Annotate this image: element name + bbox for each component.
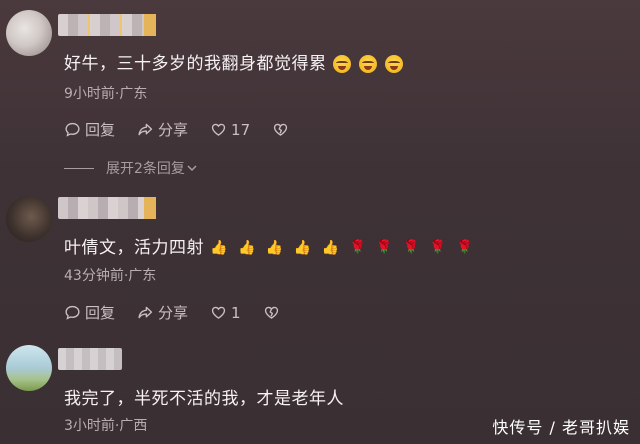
username-blurred[interactable] (58, 348, 122, 370)
watermark: 快传号 / 老哥扒娱 (492, 418, 630, 437)
username-badge (144, 14, 156, 36)
comment-text: 我完了，半死不活的我，才是老年人 (64, 389, 344, 409)
crying-laugh-emoji (332, 55, 351, 73)
crying-laugh-emoji (358, 55, 377, 73)
avatar[interactable] (6, 196, 52, 242)
heart-icon (211, 123, 226, 136)
broken-heart-icon (264, 306, 278, 319)
share-button[interactable]: 分享 (137, 119, 188, 140)
avatar[interactable] (6, 345, 52, 391)
rose-emoji: 🌹 (349, 240, 367, 255)
comment-meta: 9小时前·广东 (64, 86, 148, 102)
comment-meta: 3小时前·广西 (64, 418, 148, 434)
comment-text: 叶倩文，活力四射 👍 👍 👍 👍 👍 🌹 🌹 🌹 🌹 🌹 (64, 233, 473, 258)
share-arrow-icon (138, 306, 153, 319)
comment-text: 好牛，三十多岁的我翻身都觉得累 (64, 49, 403, 74)
share-button[interactable]: 分享 (137, 302, 188, 323)
rose-emoji: 🌹 (403, 240, 420, 255)
username-badge (144, 197, 156, 219)
emoji-row: 👍 👍 👍 👍 👍 🌹 🌹 🌹 🌹 🌹 (210, 240, 473, 256)
thumbs-up-emoji: 👍 (210, 240, 228, 256)
avatar[interactable] (6, 10, 52, 56)
comment-actions: 回复 分享 17 (64, 119, 311, 140)
emoji-row (332, 55, 403, 73)
rose-emoji: 🌹 (376, 240, 394, 255)
like-button[interactable]: 1 (210, 304, 241, 322)
expand-replies-button[interactable]: 展开2条回复 (64, 158, 199, 178)
thumbs-up-emoji: 👍 (293, 240, 312, 256)
comment-bubble-icon (65, 305, 80, 320)
username-blurred[interactable] (58, 197, 156, 219)
reply-label: 回复 (85, 121, 116, 139)
comment-bubble-icon (65, 122, 80, 137)
rose-emoji: 🌹 (429, 240, 447, 255)
share-arrow-icon (138, 123, 153, 136)
thumbs-up-emoji: 👍 (237, 240, 256, 256)
reply-button[interactable]: 回复 (64, 302, 115, 323)
heart-icon (211, 306, 226, 319)
crying-laugh-emoji (384, 55, 403, 73)
dislike-button[interactable] (272, 121, 289, 138)
comment-actions: 回复 分享 1 (64, 302, 302, 323)
comment-body: 好牛，三十多岁的我翻身都觉得累 (64, 54, 327, 74)
rose-emoji: 🌹 (456, 240, 474, 255)
comment-meta: 43分钟前·广东 (64, 268, 157, 284)
dislike-button[interactable] (263, 304, 280, 321)
username-blurred[interactable] (58, 14, 156, 36)
like-count: 1 (231, 303, 241, 322)
broken-heart-icon (273, 123, 288, 136)
reply-button[interactable]: 回复 (64, 119, 115, 140)
thumbs-up-emoji: 👍 (265, 240, 284, 256)
reply-label: 回复 (85, 304, 116, 322)
like-button[interactable]: 17 (210, 121, 250, 139)
chevron-down-icon (187, 165, 197, 172)
share-label: 分享 (158, 121, 189, 139)
like-count: 17 (231, 120, 251, 139)
thumbs-up-emoji: 👍 (321, 240, 340, 256)
share-label: 分享 (158, 304, 189, 322)
comment-body: 叶倩文，活力四射 (64, 238, 204, 258)
divider (64, 167, 94, 169)
expand-label: 展开2条回复 (106, 161, 185, 177)
